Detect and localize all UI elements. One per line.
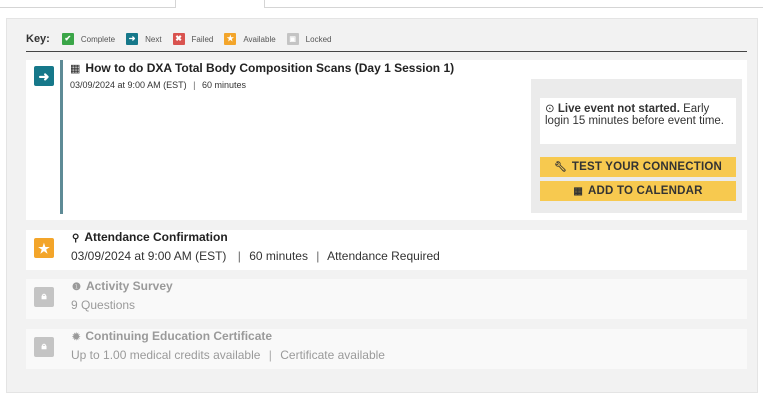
- calendar-icon: ▦: [70, 62, 81, 75]
- certificate-meta: Up to 1.00 medical credits available | C…: [71, 348, 385, 362]
- add-to-calendar-button[interactable]: ▦ ADD TO CALENDAR: [540, 181, 736, 201]
- key-label: Failed: [191, 34, 214, 44]
- wrench-icon: 🔧︎: [553, 161, 567, 173]
- session-row: ➜ ▦ How to do DXA Total Body Composition…: [26, 60, 747, 220]
- key-item-failed: ✖ Failed: [172, 33, 214, 45]
- active-tab-edge: [175, 0, 176, 8]
- x-icon: ✖: [172, 33, 185, 45]
- separator: |: [268, 348, 272, 362]
- arrow-right-icon: ➜: [126, 33, 139, 45]
- key-title: Key:: [26, 33, 50, 45]
- session-datetime: 03/09/2024 at 9:00 AM (EST): [70, 80, 187, 90]
- lock-icon: 🔒︎: [34, 287, 54, 307]
- lock-icon: ▣: [286, 33, 299, 45]
- lock-icon: 🔒︎: [34, 337, 54, 357]
- separator: |: [316, 249, 320, 263]
- test-connection-button[interactable]: 🔧︎ TEST YOUR CONNECTION: [540, 157, 736, 177]
- survey-title-text: Activity Survey: [85, 279, 173, 293]
- attendance-title[interactable]: ⚲ Attendance Confirmation: [72, 230, 228, 244]
- key-item-next: ➜ Next: [126, 33, 162, 45]
- arrow-right-icon[interactable]: ➜: [34, 66, 54, 86]
- key-label: Next: [145, 34, 162, 44]
- info-icon: ❶: [72, 282, 81, 293]
- live-event-box: ⊙ Live event not started. Early login 15…: [531, 79, 742, 213]
- session-title-text: How to do DXA Total Body Composition Sca…: [85, 61, 455, 75]
- star-icon: ★: [224, 33, 237, 45]
- star-icon: ★: [34, 238, 54, 258]
- session-meta: 03/09/2024 at 9:00 AM (EST) | 60 minutes: [70, 80, 246, 90]
- certificate-title: ✹ Continuing Education Certificate: [72, 329, 272, 343]
- live-status-message: ⊙ Live event not started. Early login 15…: [540, 98, 736, 144]
- session-duration: 60 minutes: [201, 80, 246, 90]
- attendance-row[interactable]: ★ ⚲ Attendance Confirmation 03/09/2024 at…: [26, 230, 747, 270]
- certificate-credits: Up to 1.00 medical credits available: [71, 348, 261, 362]
- key-label: Locked: [305, 34, 332, 44]
- tab-divider: [0, 7, 176, 8]
- attendance-meta: 03/09/2024 at 9:00 AM (EST) | 60 minutes…: [71, 249, 440, 263]
- map-marker-icon: ⚲: [72, 233, 80, 244]
- calendar-icon: ▦: [573, 185, 584, 197]
- live-status-bold: Live event not started.: [557, 103, 680, 115]
- key-item-complete: ✔ Complete: [61, 33, 116, 45]
- session-title[interactable]: ▦ How to do DXA Total Body Composition S…: [70, 61, 454, 75]
- certificate-icon: ✹: [72, 332, 81, 343]
- check-icon: ✔: [61, 33, 74, 45]
- separator: |: [193, 80, 196, 90]
- key-label: Available: [243, 34, 276, 44]
- certificate-title-text: Continuing Education Certificate: [85, 329, 273, 343]
- survey-row: 🔒︎ ❶ Activity Survey 9 Questions: [26, 279, 747, 319]
- key-divider: [26, 51, 747, 52]
- survey-detail: 9 Questions: [71, 298, 136, 312]
- certificate-row: 🔒︎ ✹ Continuing Education Certificate Up …: [26, 329, 747, 369]
- top-tab-strip: [0, 0, 763, 8]
- tab-divider: [264, 7, 763, 8]
- key-item-locked: ▣ Locked: [286, 33, 332, 45]
- separator: |: [237, 249, 241, 263]
- attendance-duration: 60 minutes: [249, 249, 308, 263]
- survey-title: ❶ Activity Survey: [72, 279, 173, 293]
- key-item-available: ★ Available: [224, 33, 276, 45]
- clock-icon: ⊙: [545, 103, 558, 115]
- attendance-title-text: Attendance Confirmation: [84, 230, 228, 244]
- attendance-requirement: Attendance Required: [327, 249, 440, 263]
- status-key: Key: ✔ Complete ➜ Next ✖ Failed ★ Availa…: [26, 31, 342, 47]
- add-to-calendar-label: ADD TO CALENDAR: [588, 185, 703, 197]
- attendance-datetime: 03/09/2024 at 9:00 AM (EST): [71, 249, 227, 263]
- certificate-availability: Certificate available: [280, 348, 385, 362]
- key-label: Complete: [80, 34, 116, 44]
- session-progress-bar: [60, 60, 63, 214]
- test-connection-label: TEST YOUR CONNECTION: [571, 161, 722, 173]
